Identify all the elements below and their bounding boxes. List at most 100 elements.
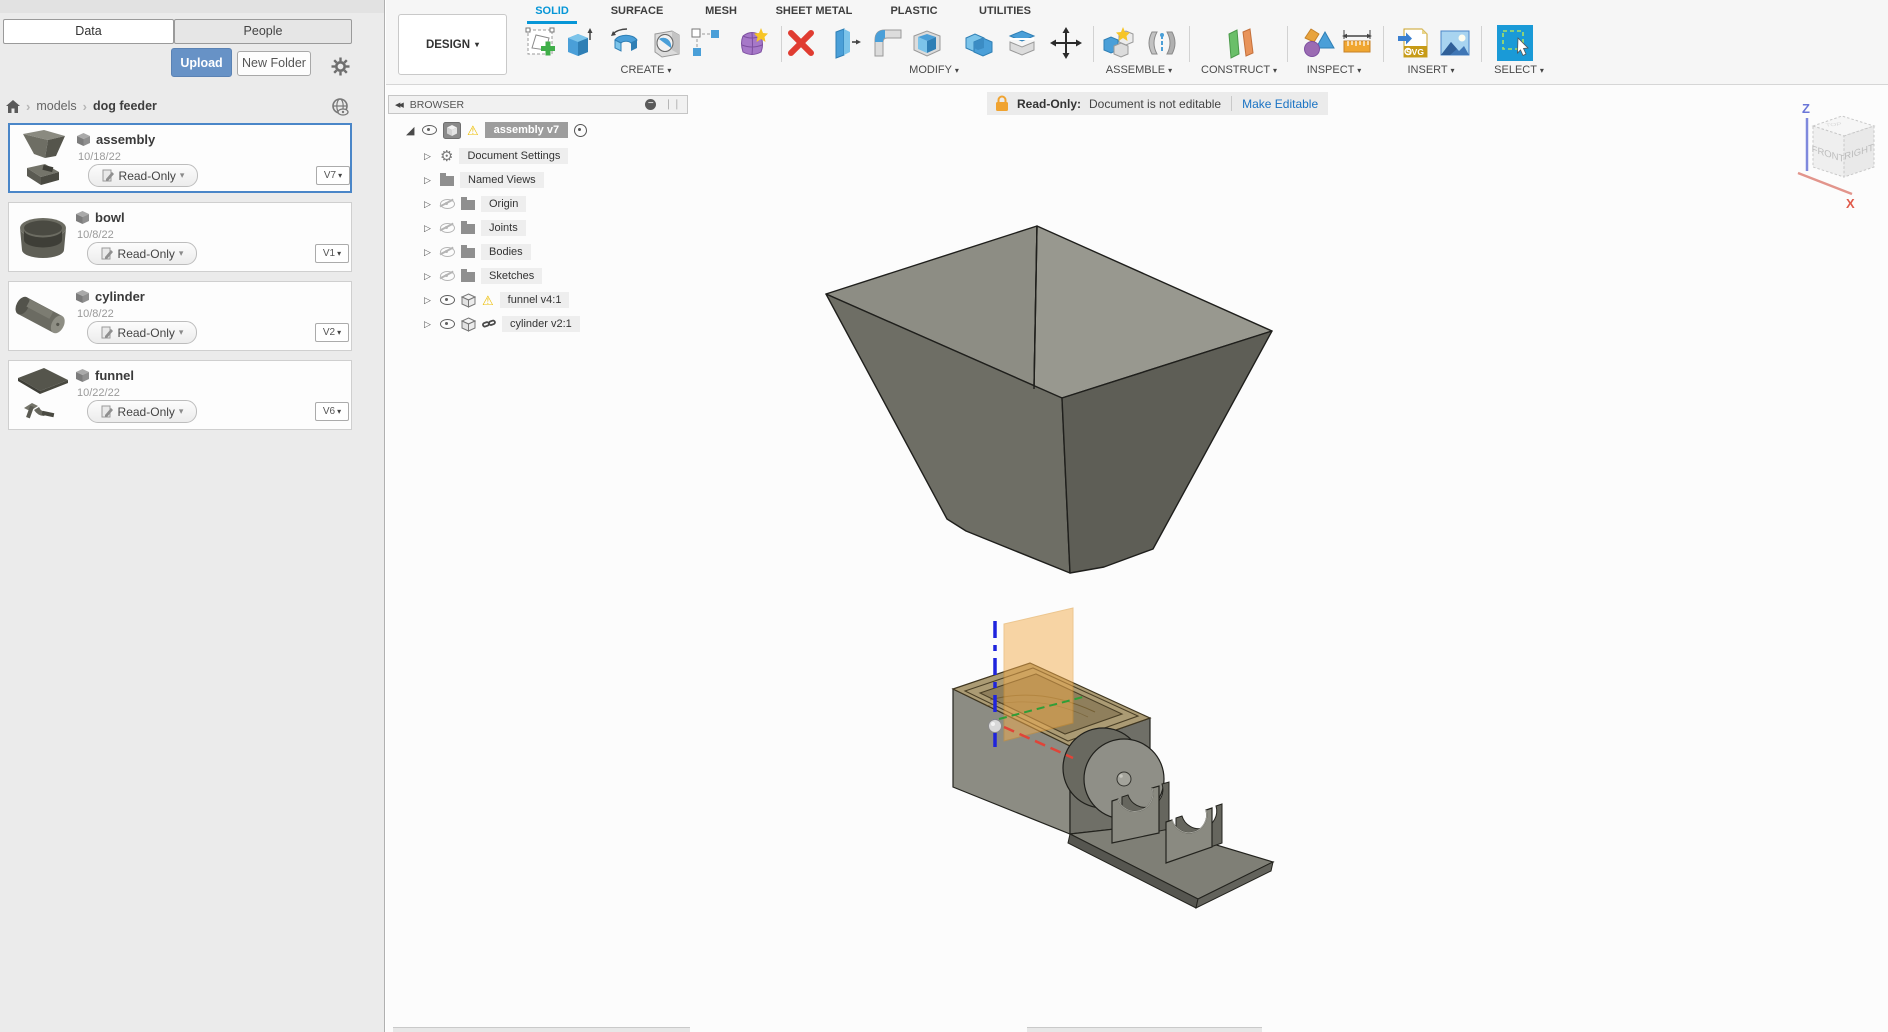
gear-icon: ⚙ (440, 147, 454, 165)
3d-scene[interactable] (386, 85, 1888, 1032)
browser-row-cylinder[interactable]: ▷ cylinder v2:1 (424, 314, 580, 334)
hole-icon[interactable] (650, 26, 684, 60)
create-form-icon[interactable] (735, 26, 769, 60)
version-dropdown[interactable]: V2 ▾ (315, 323, 349, 342)
ribbon-tab-mesh[interactable]: MESH (696, 3, 746, 21)
browser-row-funnel[interactable]: ▷ ⚠ funnel v4:1 (424, 290, 570, 310)
rectangular-pattern-icon[interactable] (689, 26, 723, 60)
group-label-create[interactable]: CREATE ▾ (591, 64, 701, 76)
panel-settings-gear-icon[interactable] (331, 57, 350, 76)
expanded-arrow-icon[interactable]: ◢ (406, 124, 416, 137)
breadcrumb-dog-feeder[interactable]: dog feeder (93, 99, 157, 113)
viewport[interactable]: Read-Only: Document is not editable Make… (386, 85, 1888, 1032)
visibility-eye-icon[interactable] (440, 319, 455, 329)
ribbon-tab-sheet-metal[interactable]: SHEET METAL (769, 3, 859, 21)
card-title[interactable]: assembly (96, 132, 155, 147)
visibility-off-eye-icon[interactable] (440, 247, 455, 257)
version-dropdown[interactable]: V7 ▾ (316, 166, 350, 185)
collapsed-arrow-icon[interactable]: ▷ (424, 271, 434, 282)
collapsed-arrow-icon[interactable]: ▷ (424, 151, 434, 162)
construction-plane[interactable] (1003, 607, 1074, 742)
revolve-icon[interactable] (609, 26, 643, 60)
collapsed-arrow-icon[interactable]: ▷ (424, 199, 434, 210)
collapsed-arrow-icon[interactable]: ▷ (424, 295, 434, 306)
group-label-modify[interactable]: MODIFY ▾ (879, 64, 989, 76)
ribbon-tab-surface[interactable]: SURFACE (607, 3, 667, 21)
shell-icon[interactable] (910, 26, 944, 60)
collapsed-arrow-icon[interactable]: ▷ (424, 247, 434, 258)
measure-icon[interactable] (1340, 26, 1374, 60)
ribbon-tab-utilities[interactable]: UTILITIES (970, 3, 1040, 21)
access-dropdown[interactable]: Read-Only ▾ (87, 242, 197, 265)
visibility-off-eye-icon[interactable] (440, 223, 455, 233)
access-dropdown[interactable]: Read-Only ▾ (87, 400, 197, 423)
version-dropdown[interactable]: V1 ▾ (315, 244, 349, 263)
file-card-funnel[interactable]: funnel 10/22/22 Read-Only ▾ V6 ▾ (8, 360, 352, 430)
collapsed-arrow-icon[interactable]: ▷ (424, 175, 434, 186)
visibility-eye-icon[interactable] (422, 125, 437, 135)
funnel-model[interactable] (825, 225, 1273, 574)
visibility-off-eye-icon[interactable] (440, 199, 455, 209)
press-pull-icon[interactable] (828, 26, 862, 60)
activate-component-radio[interactable] (574, 123, 588, 137)
split-body-icon[interactable] (1005, 26, 1039, 60)
collapsed-arrow-icon[interactable]: ▷ (424, 223, 434, 234)
ribbon-tab-solid[interactable]: SOLID (527, 3, 577, 24)
file-card-cylinder[interactable]: cylinder 10/8/22 Read-Only ▾ V2 ▾ (8, 281, 352, 351)
hide-all-icon[interactable]: − (645, 99, 657, 110)
timeline-panel-edge[interactable] (393, 1027, 690, 1032)
delete-icon[interactable] (784, 26, 818, 60)
visibility-off-eye-icon[interactable] (440, 271, 455, 281)
view-cube[interactable]: Z X TOP FRONT RIGHT (1786, 93, 1886, 218)
ribbon-tab-plastic[interactable]: PLASTIC (884, 3, 944, 21)
browser-root-row[interactable]: ◢ ⚠ assembly v7 (406, 120, 588, 140)
insert-image-icon[interactable] (1438, 26, 1472, 60)
file-card-assembly[interactable]: assembly 10/18/22 Read-Only ▾ V7 ▾ (8, 123, 352, 193)
tab-people[interactable]: People (174, 19, 352, 44)
insert-svg-icon[interactable]: SVG (1396, 26, 1430, 60)
panel-grip-icon[interactable]: ❘❘ (664, 99, 681, 110)
inspect-analysis-icon[interactable] (1301, 26, 1335, 60)
make-editable-link[interactable]: Make Editable (1242, 97, 1318, 111)
group-label-assemble[interactable]: ASSEMBLE ▾ (1084, 64, 1194, 76)
browser-row-document-settings[interactable]: ▷ ⚙ Document Settings (424, 146, 569, 166)
card-title[interactable]: funnel (95, 368, 134, 383)
browser-panel-header[interactable]: ◀◀ BROWSER − ❘❘ (388, 95, 688, 114)
feeder-assembly-model[interactable] (951, 662, 1275, 909)
browser-row-sketches[interactable]: ▷ Sketches (424, 266, 543, 286)
root-document-label[interactable]: assembly v7 (484, 122, 569, 138)
breadcrumb-models[interactable]: models (36, 99, 76, 113)
access-dropdown[interactable]: Read-Only ▾ (88, 164, 198, 187)
create-sketch-icon[interactable] (524, 26, 558, 60)
home-icon[interactable] (6, 99, 20, 113)
card-title[interactable]: cylinder (95, 289, 145, 304)
upload-button[interactable]: Upload (171, 48, 232, 77)
browser-row-origin[interactable]: ▷ Origin (424, 194, 527, 214)
construction-plane-icon[interactable] (1223, 26, 1257, 60)
version-dropdown[interactable]: V6 ▾ (315, 402, 349, 421)
share-globe-icon[interactable] (330, 98, 350, 116)
group-label-construct[interactable]: CONSTRUCT ▾ (1184, 64, 1294, 76)
browser-row-named-views[interactable]: ▷ Named Views (424, 170, 544, 190)
extrude-icon[interactable] (561, 26, 595, 60)
move-copy-icon[interactable] (1049, 26, 1083, 60)
card-title[interactable]: bowl (95, 210, 125, 225)
browser-row-joints[interactable]: ▷ Joints (424, 218, 526, 238)
workspace-selector[interactable]: DESIGN ▾ (398, 14, 507, 75)
new-component-icon[interactable] (1101, 26, 1135, 60)
browser-row-bodies[interactable]: ▷ Bodies (424, 242, 531, 262)
visibility-eye-icon[interactable] (440, 295, 455, 305)
access-dropdown[interactable]: Read-Only ▾ (87, 321, 197, 344)
combine-icon[interactable] (962, 26, 996, 60)
joint-icon[interactable] (1145, 26, 1179, 60)
fillet-icon[interactable] (871, 26, 905, 60)
group-label-inspect[interactable]: INSPECT ▾ (1279, 64, 1389, 76)
group-label-select[interactable]: SELECT ▾ (1464, 64, 1574, 76)
tab-data[interactable]: Data (3, 19, 174, 44)
collapse-panel-icon[interactable]: ◀◀ (395, 101, 404, 109)
file-card-bowl[interactable]: bowl 10/8/22 Read-Only ▾ V1 ▾ (8, 202, 352, 272)
select-icon[interactable] (1496, 24, 1534, 62)
timeline-controls-edge[interactable] (1027, 1027, 1262, 1032)
new-folder-button[interactable]: New Folder (237, 51, 311, 76)
collapsed-arrow-icon[interactable]: ▷ (424, 319, 434, 330)
